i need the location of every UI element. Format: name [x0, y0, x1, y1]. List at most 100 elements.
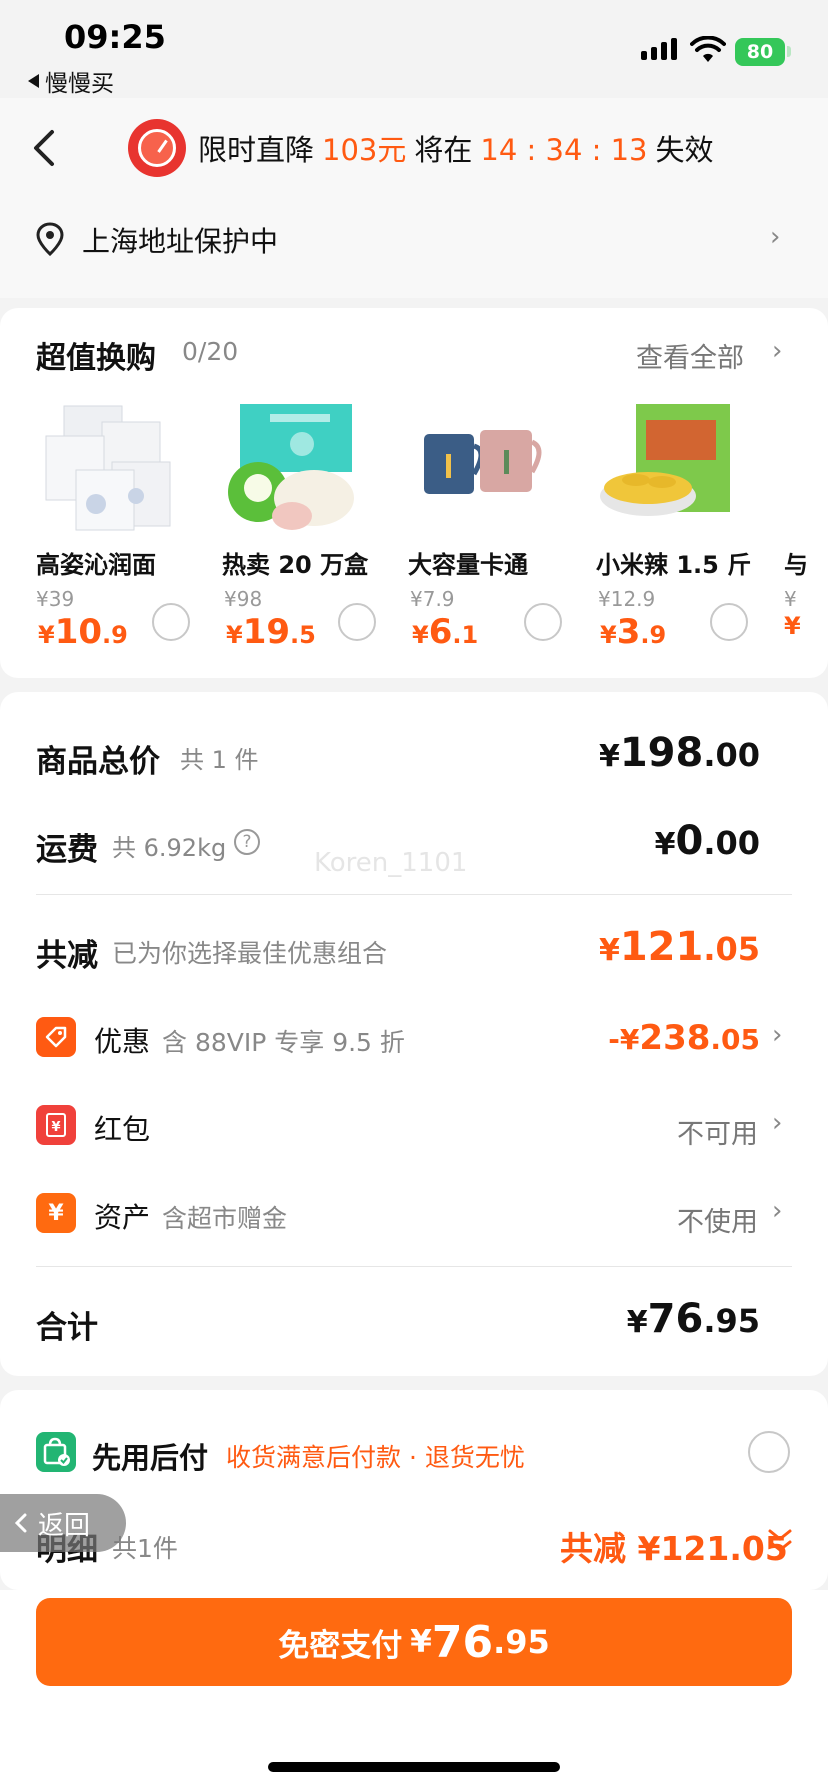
promo-amount: 103元 — [322, 133, 407, 167]
back-triangle-icon — [28, 74, 39, 88]
back-to-app-link[interactable]: 慢慢买 — [28, 64, 114, 98]
goods-count: 共 1 件 — [180, 746, 259, 774]
amount-int: 76 — [647, 1296, 704, 1342]
amount-dec: .05 — [710, 1023, 760, 1056]
shipping-label: 运费 — [36, 832, 98, 868]
product-original-price: ¥7.9 — [410, 587, 455, 611]
product-original-price: ¥39 — [36, 587, 75, 611]
product-select-radio[interactable] — [338, 603, 376, 641]
red-packet-label[interactable]: 红包 — [94, 1108, 150, 1148]
price-currency: ¥ — [412, 621, 429, 649]
divider — [36, 1266, 792, 1267]
discount-note[interactable]: 含 88VIP 专享 9.5 折 — [162, 1023, 405, 1059]
home-indicator — [268, 1762, 560, 1772]
address-status[interactable]: 上海地址保护中 — [82, 220, 278, 260]
asset-chevron-icon[interactable]: › — [772, 1196, 782, 1226]
pay-later-radio[interactable] — [748, 1431, 790, 1473]
countdown-clock-icon — [128, 119, 186, 177]
amount-dec: .05 — [703, 930, 760, 968]
battery-indicator: 80 — [735, 38, 785, 66]
asset-yen-icon: ¥ — [36, 1193, 76, 1233]
product-name: 热卖 20 万盒 — [222, 551, 369, 579]
price-dec: .9 — [102, 621, 128, 649]
goods-total-label: 商品总价 — [36, 744, 160, 780]
product-select-radio[interactable] — [152, 603, 190, 641]
signal-icon — [641, 38, 677, 60]
promo-suffix: 失效 — [655, 133, 714, 167]
svg-text:¥: ¥ — [51, 1120, 60, 1135]
amount-dec: .00 — [703, 736, 760, 774]
swap-title: 超值换购 — [36, 341, 156, 376]
product-image-chili[interactable] — [596, 400, 736, 532]
floating-back-button[interactable]: 返回 — [0, 1494, 126, 1552]
price-drop-banner: 限时直降 103元 将在 14 : 34 : 13 失效 — [198, 127, 714, 169]
grand-total-label: 合计 — [36, 1310, 98, 1346]
currency-symbol: -¥ — [608, 1023, 640, 1056]
pay-later-description[interactable]: 收货满意后付款 · 退货无忧 — [226, 1438, 525, 1474]
amount-dec: .00 — [703, 824, 760, 862]
price-int: 10 — [54, 612, 103, 652]
discount-tag-icon — [36, 1017, 76, 1057]
discount-amount[interactable]: -¥238.05 — [608, 1018, 760, 1058]
amount-int: 238 — [639, 1018, 711, 1058]
asset-label[interactable]: 资产 — [94, 1196, 150, 1236]
product-original-price: ¥12.9 — [598, 587, 656, 611]
price-currency: ¥ — [600, 621, 617, 649]
back-chevron-icon[interactable] — [30, 128, 58, 168]
pay-amount-dec: .95 — [493, 1623, 550, 1661]
product-image-masks[interactable] — [36, 400, 176, 532]
red-packet-chevron-icon[interactable]: › — [772, 1108, 782, 1138]
watermark-text: Koren_1101 — [314, 848, 468, 878]
price-int: 3 — [616, 612, 641, 652]
view-all-chevron-icon[interactable]: › — [772, 336, 782, 366]
total-reduction-note: 已为你选择最佳优惠组合 — [112, 939, 388, 968]
shopping-bag-check-icon — [36, 1432, 76, 1472]
product-original-price: ¥98 — [224, 587, 263, 611]
currency-symbol: ¥ — [598, 739, 620, 774]
pay-later-label[interactable]: 先用后付 — [92, 1435, 208, 1477]
product-select-radio[interactable] — [710, 603, 748, 641]
product-price: ¥ — [784, 612, 828, 640]
back-app-label: 慢慢买 — [45, 71, 114, 97]
asset-note[interactable]: 含超市赠金 — [162, 1199, 287, 1235]
pay-amount-int: 76 — [431, 1616, 494, 1668]
discount-chevron-icon[interactable]: › — [772, 1020, 782, 1050]
view-all-link[interactable]: 查看全部 — [636, 336, 744, 375]
currency-symbol: ¥ — [626, 1305, 648, 1340]
discount-label[interactable]: 优惠 — [94, 1020, 150, 1060]
countdown-timer: 14 : 34 : 13 — [480, 133, 648, 167]
password-free-pay-button[interactable]: 免密支付 ¥76.95 — [36, 1598, 792, 1686]
product-select-radio[interactable] — [524, 603, 562, 641]
double-chevron-down-icon[interactable] — [766, 1526, 794, 1556]
shipping-amount: ¥0.00 — [655, 818, 760, 864]
red-packet-status[interactable]: 不可用 — [677, 1112, 758, 1151]
amount-int: 121 — [619, 924, 704, 970]
product-price: ¥3.9 — [600, 612, 666, 652]
product-image-coconut[interactable] — [222, 400, 362, 532]
goods-total-amount: ¥198.00 — [599, 730, 760, 776]
floating-back-label: 返回 — [38, 1510, 91, 1541]
grand-total-amount: ¥76.95 — [627, 1296, 760, 1342]
price-currency: ¥ — [784, 612, 801, 640]
pay-button-label: 免密支付 — [278, 1627, 403, 1664]
price-currency: ¥ — [38, 621, 55, 649]
promo-mid: 将在 — [414, 133, 473, 167]
product-name: 与 — [784, 551, 808, 579]
product-name: 高姿沁润面 — [36, 551, 156, 579]
currency-symbol: ¥ — [654, 827, 676, 862]
asset-status[interactable]: 不使用 — [677, 1200, 758, 1239]
wifi-icon — [690, 36, 726, 62]
amount-dec: .95 — [703, 1302, 760, 1340]
detail-reduction-total[interactable]: 共减 ¥121.05 — [560, 1522, 788, 1570]
amount-int: 0 — [675, 818, 704, 864]
product-price: ¥6.1 — [412, 612, 478, 652]
red-packet-icon: ¥ — [36, 1105, 76, 1145]
shipping-weight: 共 6.92kg — [112, 834, 227, 862]
price-dec: .5 — [290, 621, 316, 649]
pay-currency: ¥ — [410, 1624, 432, 1660]
price-int: 6 — [428, 612, 453, 652]
address-chevron-icon[interactable]: › — [770, 222, 780, 252]
product-image-cups[interactable] — [408, 400, 548, 532]
help-icon[interactable]: ? — [234, 829, 260, 855]
total-reduction-amount: ¥121.05 — [599, 924, 760, 970]
